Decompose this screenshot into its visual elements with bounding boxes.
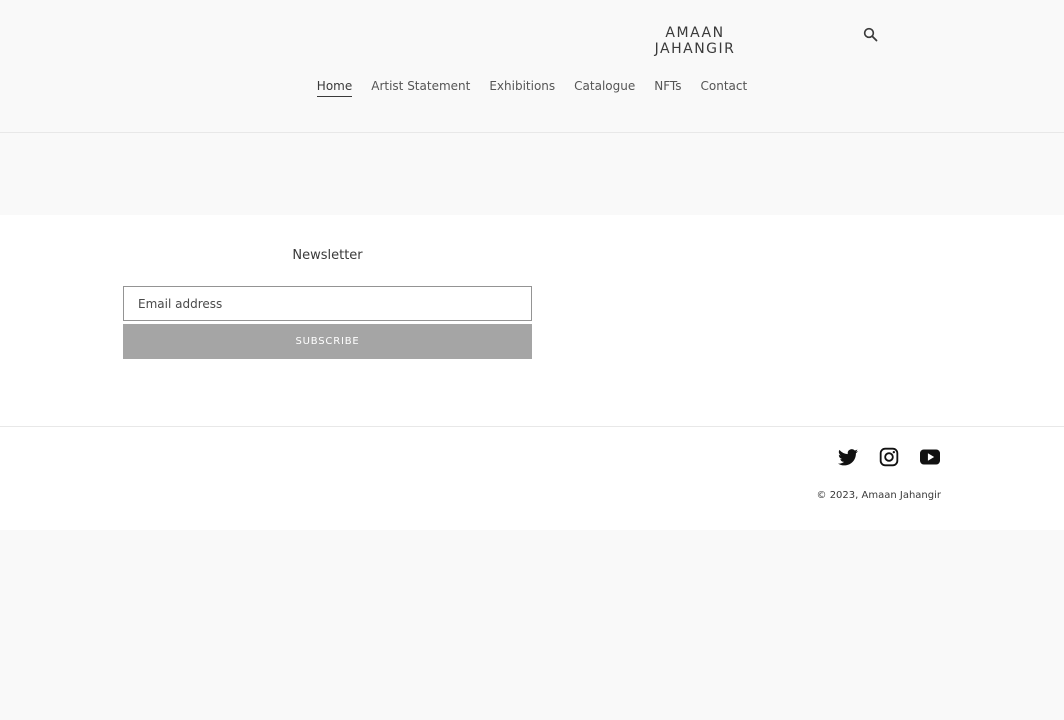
nav-item-contact[interactable]: Contact [701,77,748,97]
nav-item-catalogue[interactable]: Catalogue [574,77,635,97]
instagram-icon [879,447,898,467]
subscribe-button[interactable]: SUBSCRIBE [123,324,532,359]
copyright-owner-link[interactable]: Amaan Jahangir [862,490,941,501]
main-nav: Home Artist Statement Exhibitions Catalo… [0,77,1064,97]
logo-line-2: JAHANGIR [654,41,736,57]
copyright-prefix: © 2023, [816,490,862,501]
nav-item-home[interactable]: Home [316,77,353,97]
youtube-icon [919,449,940,465]
main-content [0,133,1064,215]
youtube-link[interactable] [918,446,941,468]
twitter-link[interactable] [836,446,859,468]
nav-item-artist-statement[interactable]: Artist Statement [371,77,470,97]
twitter-icon [837,448,858,465]
nav-item-exhibitions[interactable]: Exhibitions [489,77,555,97]
newsletter-title: Newsletter [292,248,363,263]
newsletter-section: Newsletter SUBSCRIBE [0,215,1064,427]
page-bottom-area [0,530,1064,720]
instagram-link[interactable] [877,446,900,468]
email-input[interactable] [123,286,532,321]
logo-line-1: AMAAN [665,25,725,41]
site-footer: © 2023, Amaan Jahangir [0,427,1064,530]
search-icon [863,27,877,41]
page: AMAAN JAHANGIR Home Artist Statement Exh… [0,0,1064,720]
copyright: © 2023, Amaan Jahangir [817,490,941,501]
site-header: AMAAN JAHANGIR Home Artist Statement Exh… [0,0,1064,133]
search-button[interactable] [860,24,880,44]
site-logo[interactable]: AMAAN JAHANGIR [640,25,750,57]
social-links [836,446,941,468]
nav-item-nfts[interactable]: NFTs [654,77,681,97]
